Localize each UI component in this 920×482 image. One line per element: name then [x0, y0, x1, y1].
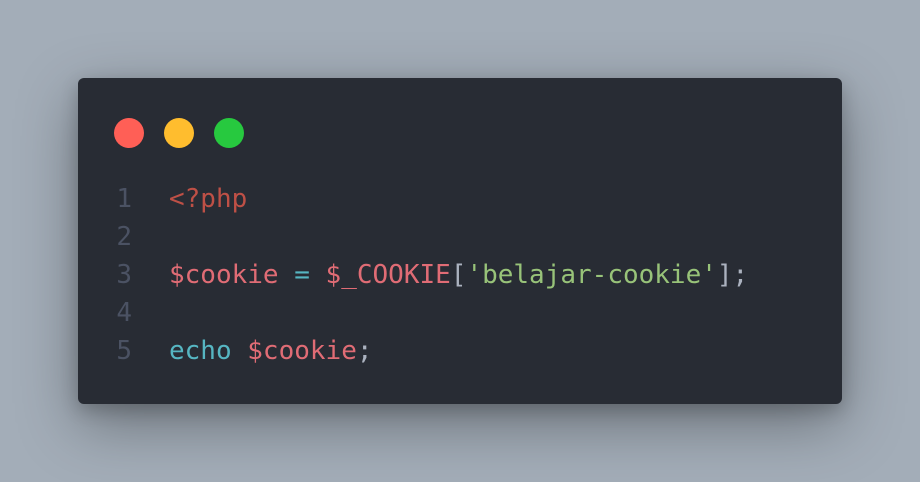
- code-line: 1 <?php: [78, 180, 842, 218]
- code-token: $_COOKIE: [325, 260, 451, 290]
- close-dot-icon[interactable]: [114, 118, 144, 148]
- maximize-dot-icon[interactable]: [214, 118, 244, 148]
- code-text: $cookie = $_COOKIE['belajar-cookie'];: [169, 256, 748, 294]
- code-token: =: [294, 260, 310, 290]
- code-text: <?php: [169, 180, 247, 218]
- line-number: 1: [116, 184, 132, 214]
- code-block: 1 <?php 2 3 $cookie = $_COOKIE['belajar-cook…: [78, 180, 842, 370]
- code-line: 2: [78, 218, 842, 256]
- code-line: 5 echo $cookie;: [78, 332, 842, 370]
- code-token: $cookie: [169, 260, 279, 290]
- code-line: 4: [78, 294, 842, 332]
- code-token: 'belajar-cookie': [466, 260, 717, 290]
- line-number: 2: [116, 222, 132, 252]
- code-token: <?php: [169, 184, 248, 214]
- window-controls: [114, 118, 244, 148]
- line-number: 4: [116, 298, 132, 328]
- code-window: 1 <?php 2 3 $cookie = $_COOKIE['belajar-cook…: [78, 78, 842, 404]
- code-token: $cookie: [247, 336, 357, 366]
- code-token: ;: [356, 336, 373, 366]
- line-number: 5: [116, 336, 132, 366]
- code-line: 3 $cookie = $_COOKIE['belajar-cookie'];: [78, 256, 842, 294]
- code-token: echo: [169, 336, 232, 366]
- code-text: echo $cookie;: [169, 332, 373, 370]
- code-token: [: [450, 260, 467, 290]
- minimize-dot-icon[interactable]: [164, 118, 194, 148]
- code-token: ];: [716, 260, 749, 290]
- line-number: 3: [116, 260, 132, 290]
